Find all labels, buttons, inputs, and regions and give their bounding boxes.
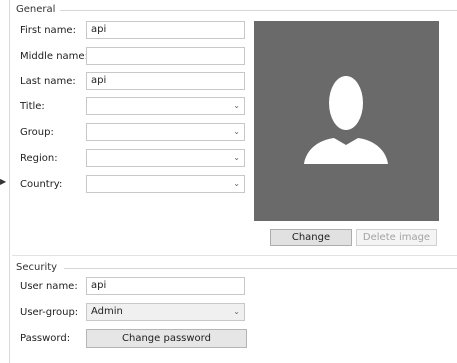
chevron-down-icon: ⌄	[233, 307, 240, 316]
country-select[interactable]: ⌄	[86, 175, 245, 193]
group-divider	[64, 268, 457, 269]
first-name-input[interactable]: api	[86, 21, 245, 39]
middle-name-label: Middle name:	[20, 51, 88, 62]
region-label: Region:	[20, 153, 58, 164]
title-label: Title:	[20, 101, 45, 112]
last-name-input[interactable]: api	[86, 72, 245, 90]
arrow-right-icon: ▶	[0, 177, 7, 186]
user-group-label: User-group:	[20, 307, 79, 318]
profile-photo	[254, 21, 439, 221]
region-select[interactable]: ⌄	[86, 149, 245, 167]
delete-image-button[interactable]: Delete image	[356, 229, 437, 246]
chevron-down-icon: ⌄	[233, 127, 240, 136]
left-border	[9, 0, 10, 363]
user-silhouette-icon	[304, 76, 388, 164]
general-group-title: General	[16, 4, 60, 16]
change-password-button[interactable]: Change password	[86, 329, 247, 348]
chevron-down-icon: ⌄	[233, 179, 240, 188]
user-name-input[interactable]: api	[86, 277, 245, 295]
group-label: Group:	[20, 127, 54, 138]
password-label: Password:	[20, 333, 71, 344]
user-name-label: User name:	[20, 281, 78, 292]
first-name-label: First name:	[20, 25, 76, 36]
group-select[interactable]: ⌄	[86, 123, 245, 141]
change-image-button[interactable]: Change	[270, 229, 352, 246]
group-divider	[60, 10, 457, 11]
security-group-title: Security	[16, 262, 62, 274]
middle-name-input[interactable]	[86, 47, 245, 65]
user-group-select[interactable]: Admin ⌄	[86, 303, 245, 321]
title-select[interactable]: ⌄	[86, 97, 245, 115]
user-group-select-value: Admin	[91, 306, 123, 317]
chevron-down-icon: ⌄	[233, 153, 240, 162]
country-label: Country:	[20, 179, 63, 190]
last-name-label: Last name:	[20, 76, 76, 87]
chevron-down-icon: ⌄	[233, 101, 240, 110]
security-group: Security User name: api User-group: Admi…	[12, 262, 457, 363]
